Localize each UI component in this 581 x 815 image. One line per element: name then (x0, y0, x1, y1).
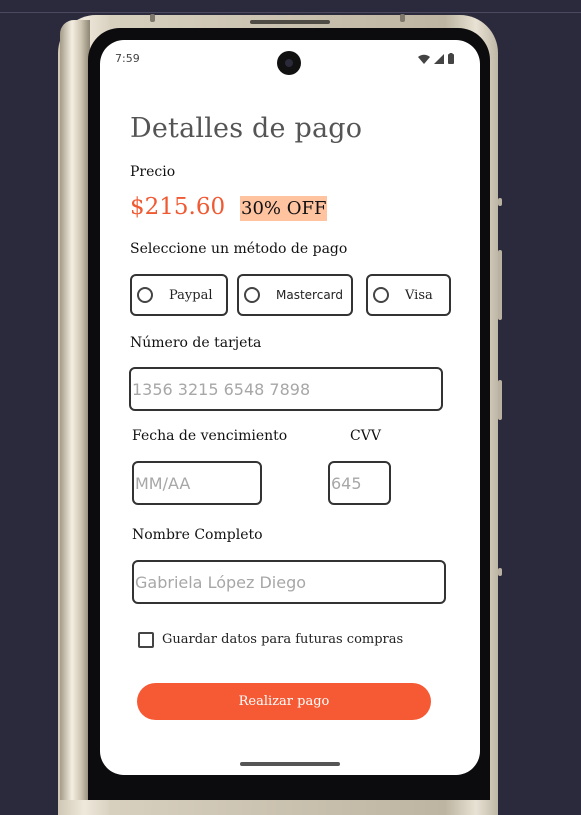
save-data-label: Guardar datos para futuras compras (162, 632, 404, 647)
discount-badge: 30% OFF (240, 196, 328, 221)
cvv-input[interactable] (328, 461, 391, 505)
payment-option-label: Paypal (169, 287, 213, 303)
phone-hinge (60, 20, 90, 800)
phone-frame-dot (400, 14, 405, 22)
full-name-input[interactable] (132, 560, 446, 604)
expiry-label: Fecha de vencimiento (132, 428, 288, 444)
payment-option-label: Mastercard (276, 288, 344, 302)
front-camera-icon (277, 51, 301, 75)
battery-icon (448, 53, 454, 64)
card-number-label: Número de tarjeta (130, 335, 262, 351)
phone-side-button (498, 198, 502, 206)
page-title: Detalles de pago (130, 113, 363, 144)
status-icons (418, 53, 454, 64)
status-time: 7:59 (115, 52, 140, 65)
payment-option-visa[interactable]: Visa (366, 274, 451, 316)
price-value: $215.60 (130, 194, 226, 220)
payment-option-paypal[interactable]: Paypal (130, 274, 228, 316)
payment-option-mastercard[interactable]: Mastercard (237, 274, 353, 316)
price-label: Precio (130, 164, 176, 180)
payment-option-label: Visa (405, 287, 433, 303)
payment-method-label: Seleccione un método de pago (130, 241, 348, 257)
cvv-label: CVV (350, 428, 381, 444)
wifi-icon (418, 54, 430, 64)
volume-button (498, 250, 502, 320)
phone-frame-dot (150, 14, 155, 22)
save-data-checkbox[interactable] (138, 632, 154, 648)
top-divider (0, 12, 581, 13)
expiry-input[interactable] (132, 461, 262, 505)
phone-side-button (498, 568, 502, 576)
signal-icon (434, 53, 444, 64)
radio-icon[interactable] (244, 287, 260, 303)
full-name-label: Nombre Completo (132, 527, 263, 543)
radio-icon[interactable] (137, 287, 153, 303)
radio-icon[interactable] (373, 287, 389, 303)
phone-top-edge (250, 20, 330, 24)
home-indicator[interactable] (240, 762, 340, 766)
submit-payment-button[interactable]: Realizar pago (137, 683, 431, 720)
power-button (498, 380, 502, 420)
card-number-input[interactable] (129, 367, 443, 411)
app-screen: 7:59 Detalles de pago Precio $215.60 30%… (100, 40, 480, 775)
